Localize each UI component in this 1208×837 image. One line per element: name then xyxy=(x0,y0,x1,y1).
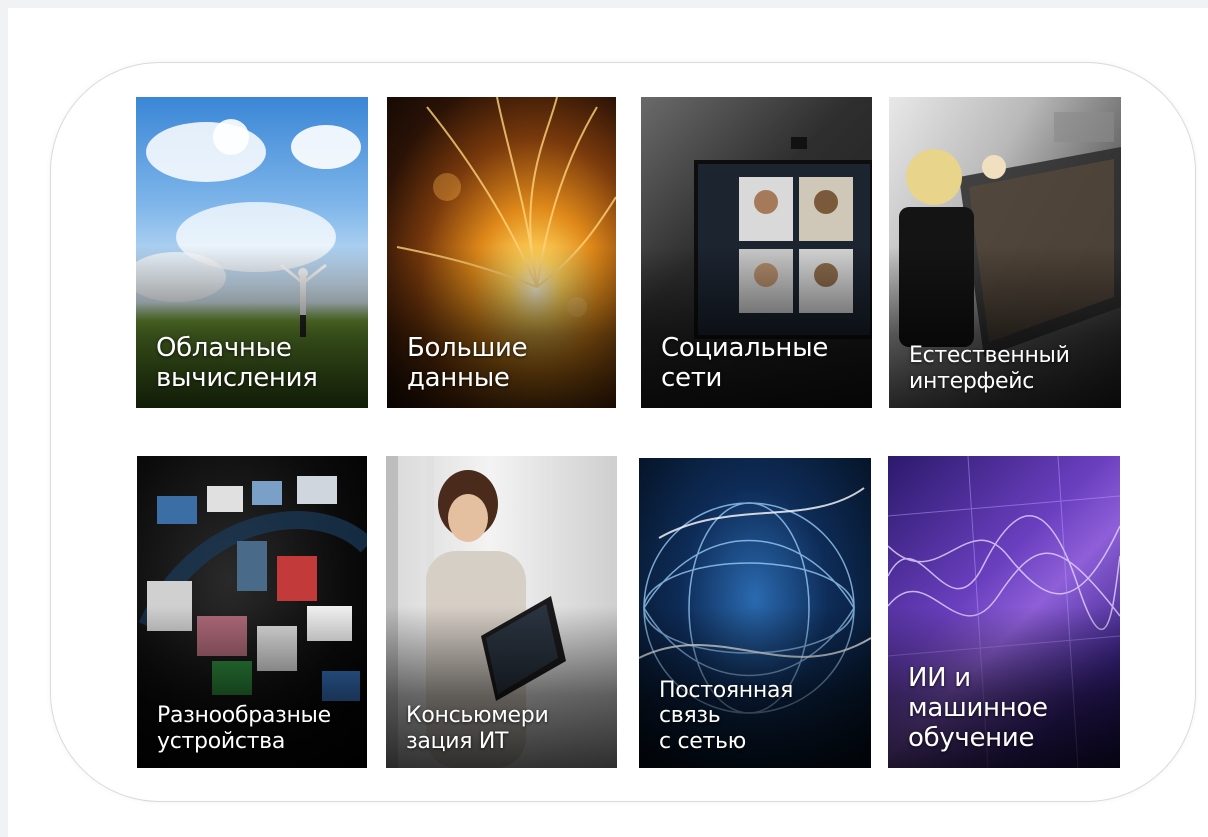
tile-label-line: интерфейс xyxy=(909,368,1035,394)
tile-cloud-computing: Облачные вычисления xyxy=(136,97,368,408)
tile-label-line: Постоянная xyxy=(659,678,794,704)
tile-label-line: с сетью xyxy=(659,728,746,754)
tile-label-line: зация ИТ xyxy=(406,728,509,754)
tile-constant-connectivity: Постоянная связь с сетью xyxy=(639,458,871,768)
tile-social-networks: Социальные сети xyxy=(641,97,872,408)
tile-label-line: Естественный xyxy=(909,343,1070,369)
tile-label: Постоянная связь с сетью xyxy=(659,678,863,754)
tile-label-line: устройства xyxy=(157,728,286,754)
tile-label-line: машинное xyxy=(908,693,1048,724)
tile-label-line: Разнообразные xyxy=(157,703,331,729)
tile-label: Большие данные xyxy=(407,333,608,394)
tile-diverse-devices: Разнообразные устройства xyxy=(137,456,367,768)
tile-label: ИИ и машинное обучение xyxy=(908,663,1112,754)
tile-big-data: Большие данные xyxy=(387,97,616,408)
tile-label: Естественный интерфейс xyxy=(909,343,1113,394)
tile-label-line: вычисления xyxy=(156,363,318,394)
tile-label-line: ИИ и xyxy=(908,663,971,694)
tile-label: Консьюмери зация ИТ xyxy=(406,703,609,754)
tile-label-line: обучение xyxy=(908,723,1035,754)
tile-label-line: связь xyxy=(659,703,721,729)
page-canvas: Облачные вычисления Большие данные Социа… xyxy=(0,0,1208,837)
tile-label-line: Большие xyxy=(407,333,528,364)
tile-label-line: данные xyxy=(407,363,510,394)
tile-it-consumerization: Консьюмери зация ИТ xyxy=(386,456,617,768)
tile-label-line: сети xyxy=(661,363,723,394)
tile-label: Облачные вычисления xyxy=(156,333,360,394)
tile-natural-interface: Естественный интерфейс xyxy=(889,97,1121,408)
tile-label-line: Облачные xyxy=(156,333,292,364)
tile-label-line: Консьюмери xyxy=(406,703,549,729)
tile-label-line: Социальные xyxy=(661,333,829,364)
tile-ai-machine-learning: ИИ и машинное обучение xyxy=(888,456,1120,768)
tile-label: Социальные сети xyxy=(661,333,864,394)
tile-label: Разнообразные устройства xyxy=(157,703,359,754)
